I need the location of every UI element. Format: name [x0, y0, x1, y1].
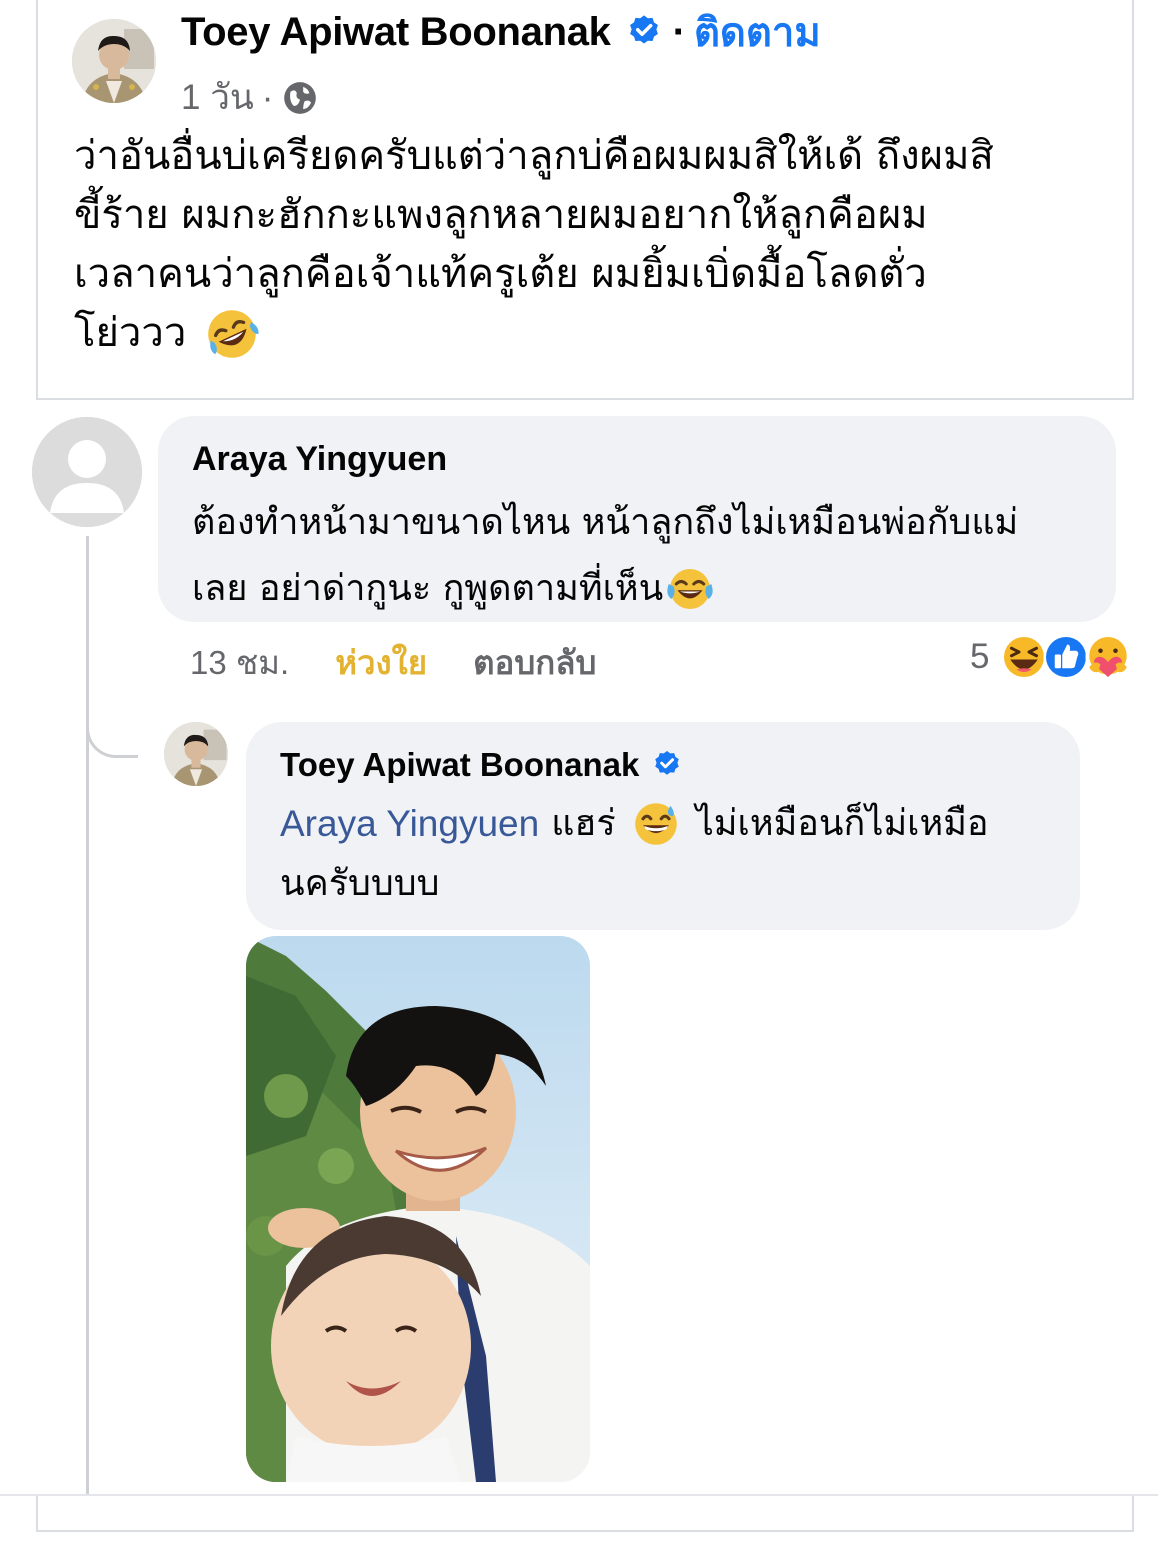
post-text-line: ว่าอันอื่นบ่เครียดครับแต่ว่าลูกบ่คือผมผม… — [74, 133, 994, 179]
commenter-avatar[interactable] — [32, 417, 142, 527]
rolling-on-floor-laughing-emoji-icon — [204, 306, 260, 362]
care-icon — [1085, 634, 1131, 680]
commenter-name[interactable]: Araya Yingyuen — [192, 440, 447, 479]
separator-dot: · — [672, 9, 686, 54]
reply-text-part: ไม่เหมือนก็ไม่เหมือ — [695, 803, 989, 844]
post-text-line: โย่ววว — [74, 304, 1114, 363]
tears-of-joy-emoji-icon — [665, 564, 715, 614]
verified-badge-icon — [625, 13, 663, 51]
comment-text: ต้องทำหน้ามาขนาดไหน หน้าลูกถึงไม่เหมือนพ… — [192, 490, 1092, 622]
reaction-icons — [999, 632, 1133, 682]
meta-separator: · — [261, 77, 274, 117]
comment-text-line: เลย อย่าด่ากูนะ กูพูดตามที่เห็น — [192, 568, 664, 609]
reply-button[interactable]: ตอบกลับ — [473, 636, 596, 689]
reaction-summary[interactable]: 5 — [970, 632, 1133, 682]
reply-text: Araya Yingyuen แฮร่ ไม่เหมือนก็ไม่เหมือ … — [280, 794, 1070, 914]
post-author-name[interactable]: Toey Apiwat Boonanak — [181, 10, 611, 55]
comment-text-line: ต้องทำหน้ามาขนาดไหน หน้าลูกถึงไม่เหมือนพ… — [192, 502, 1019, 543]
post-timestamp[interactable]: 1 วัน — [181, 70, 254, 125]
post-author-avatar[interactable] — [72, 19, 156, 103]
reaction-count: 5 — [970, 637, 990, 676]
photo-attachment[interactable] — [246, 936, 590, 1482]
reply-text-part: แฮร่ — [551, 803, 616, 844]
grinning-sweat-emoji-icon — [630, 798, 682, 850]
post-text-line: ขี้ร้าย ผมกะฮักกะแพงลูกหลายผมอยากให้ลูกค… — [74, 192, 928, 238]
comment-timestamp[interactable]: 13 ชม. — [190, 636, 289, 689]
mention-link[interactable]: Araya Yingyuen — [280, 794, 539, 854]
verified-badge-icon — [651, 749, 683, 781]
care-reaction-button[interactable]: ห่วงใย — [335, 636, 427, 689]
reply-author-name[interactable]: Toey Apiwat Boonanak — [280, 746, 639, 784]
globe-icon[interactable] — [281, 79, 319, 117]
comment-bubble: Araya Yingyuen ต้องทำหน้ามาขนาดไหน หน้าล… — [158, 416, 1116, 622]
thread-branch — [86, 690, 138, 758]
post-body: ว่าอันอื่นบ่เครียดครับแต่ว่าลูกบ่คือผมผม… — [74, 127, 1114, 363]
post-text-line: เวลาคนว่าลูกคือเจ้าแท้ครูเต้ย ผมยิ้มเบิ่… — [74, 251, 927, 297]
post-header: Toey Apiwat Boonanak · ติดตาม — [181, 8, 821, 56]
post-text-line-last: โย่ววว — [74, 310, 187, 356]
reply-author-header: Toey Apiwat Boonanak — [280, 746, 683, 784]
post-meta: 1 วัน · — [181, 70, 319, 125]
reply-author-avatar[interactable] — [164, 722, 228, 786]
next-card-edge — [36, 1496, 1134, 1532]
comment-actions: 13 ชม. ห่วงใย ตอบกลับ — [190, 636, 596, 688]
follow-button[interactable]: ติดตาม — [694, 0, 821, 64]
reply-bubble: Toey Apiwat Boonanak Araya Yingyuen แฮร่ — [246, 722, 1080, 930]
reply-text-line: นครับบบบ — [280, 863, 440, 904]
thread-line — [86, 536, 89, 1496]
